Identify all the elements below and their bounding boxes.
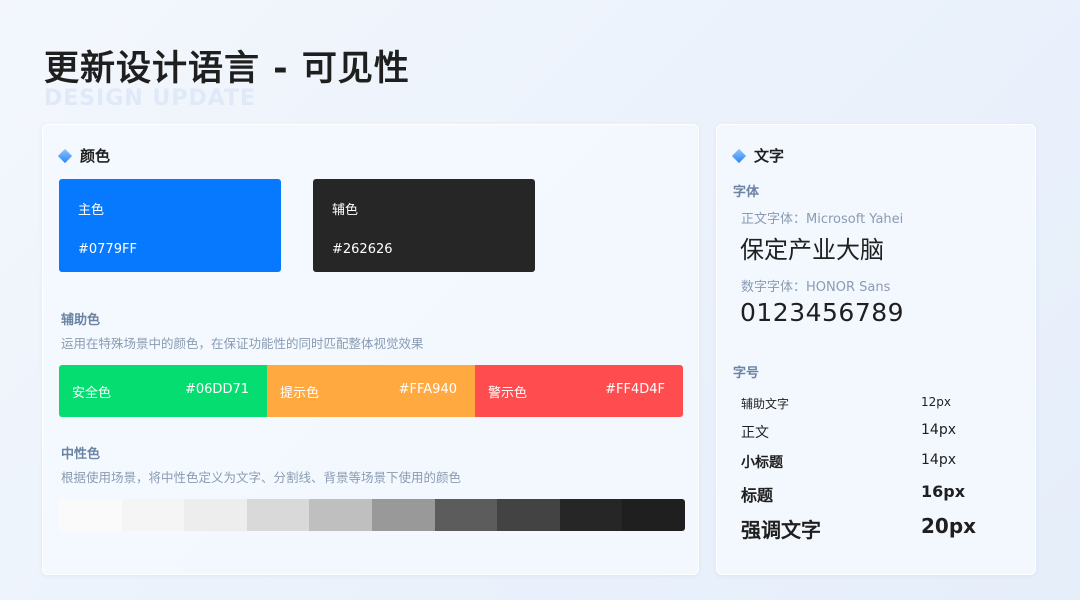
size-name: 标题 xyxy=(741,486,774,505)
neutral-label: 中性色 xyxy=(61,447,101,462)
font-label: 字体 xyxy=(733,185,760,200)
neutral-swatch-4 xyxy=(309,499,372,531)
size-name: 辅助文字 xyxy=(741,397,790,411)
size-name: 小标题 xyxy=(741,455,783,471)
neutral-swatch-7 xyxy=(497,499,560,531)
neutral-description: 根据使用场景，将中性色定义为文字、分割线、背景等场景下使用的颜色 xyxy=(61,470,462,485)
size-name: 强调文字 xyxy=(741,518,821,542)
warning-color-value: #FF4D4F xyxy=(605,382,665,397)
safe-color-value: #06DD71 xyxy=(185,382,249,397)
neutral-swatch-1 xyxy=(121,499,185,531)
size-value: 20px xyxy=(921,514,977,538)
neutral-swatch-6 xyxy=(434,499,498,531)
secondary-color-name: 辅色 xyxy=(332,203,359,218)
neutral-swatch-8 xyxy=(559,499,623,531)
primary-color-value: #0779FF xyxy=(78,242,137,257)
auxiliary-description: 运用在特殊场景中的颜色，在保证功能性的同时匹配整体视觉效果 xyxy=(61,336,424,351)
primary-color-swatch: 主色 #0779FF xyxy=(59,179,281,272)
safe-color-segment: 安全色 #06DD71 xyxy=(59,365,267,417)
size-value: 14px xyxy=(921,452,956,468)
diamond-icon xyxy=(57,148,73,163)
size-label: 字号 xyxy=(733,366,760,381)
neutral-swatch-9 xyxy=(622,499,685,531)
text-card: 文字 字体 正文字体：Microsoft Yahei 保定产业大脑 数字字体：H… xyxy=(716,124,1036,575)
page-subtitle: DESIGN UPDATE xyxy=(44,86,257,111)
warning-color-segment: 警示色 #FF4D4F xyxy=(475,365,683,417)
safe-color-name: 安全色 xyxy=(72,386,112,401)
page-title: 更新设计语言 - 可见性 xyxy=(44,49,410,89)
size-value: 14px xyxy=(921,422,956,438)
hint-color-value: #FFA940 xyxy=(398,382,457,397)
auxiliary-color-bar: 安全色 #06DD71 提示色 #FFA940 警示色 #FF4D4F xyxy=(59,365,683,417)
secondary-color-swatch: 辅色 #262626 xyxy=(313,179,535,272)
body-font-sample: 保定产业大脑 xyxy=(740,236,884,264)
neutral-swatch-0 xyxy=(59,499,122,531)
hint-color-name: 提示色 xyxy=(280,386,320,401)
neutral-swatch-3 xyxy=(246,499,310,531)
secondary-color-value: #262626 xyxy=(332,242,393,257)
hint-color-segment: 提示色 #FFA940 xyxy=(267,365,475,417)
colors-card-header: 颜色 xyxy=(57,145,111,166)
size-name: 正文 xyxy=(741,425,769,441)
diamond-icon xyxy=(731,148,747,163)
text-heading: 文字 xyxy=(754,147,785,165)
auxiliary-label: 辅助色 xyxy=(61,313,101,328)
number-font-name: 数字字体：HONOR Sans xyxy=(741,280,891,295)
colors-heading: 颜色 xyxy=(80,147,111,165)
size-value: 12px xyxy=(921,395,951,409)
colors-card: 颜色 主色 #0779FF 辅色 #262626 辅助色 运用在特殊场景中的颜色… xyxy=(42,124,699,575)
number-font-sample: 0123456789 xyxy=(740,298,905,327)
neutral-swatch-5 xyxy=(371,499,435,531)
primary-color-name: 主色 xyxy=(78,203,105,218)
size-value: 16px xyxy=(921,482,966,501)
warning-color-name: 警示色 xyxy=(488,386,528,401)
text-card-header: 文字 xyxy=(731,145,785,166)
neutral-swatch-2 xyxy=(184,499,247,531)
body-font-name: 正文字体：Microsoft Yahei xyxy=(741,212,904,227)
neutral-color-bar xyxy=(59,499,685,531)
